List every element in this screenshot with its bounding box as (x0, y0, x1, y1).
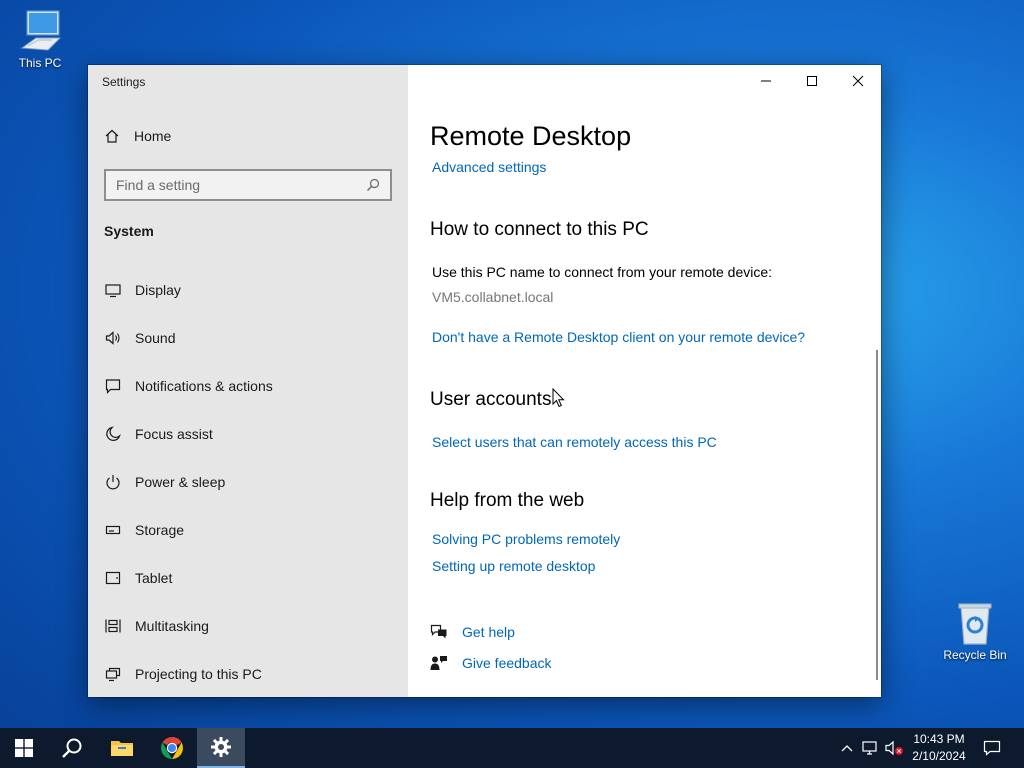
maximize-button[interactable] (789, 65, 835, 97)
home-label: Home (134, 128, 172, 144)
sidebar-item-sound[interactable]: Sound (88, 314, 408, 362)
sidebar-item-display[interactable]: Display (88, 266, 408, 314)
connect-heading: How to connect to this PC (430, 219, 649, 240)
storage-icon (104, 521, 122, 539)
home-icon (105, 129, 119, 143)
sidebar: Settings Home System Display (88, 65, 408, 697)
sidebar-item-label: Storage (135, 522, 185, 538)
taskbar: 10:43 PM 2/10/2024 (0, 728, 1024, 768)
get-help-row[interactable]: Get help (430, 624, 515, 640)
recycle-bin-icon (958, 603, 992, 645)
no-client-link[interactable]: Don't have a Remote Desktop client on yo… (432, 329, 805, 345)
multitasking-icon (104, 617, 122, 635)
search-box[interactable] (104, 169, 392, 201)
search-input[interactable] (116, 177, 366, 193)
pc-name: VM5.collabnet.local (432, 289, 554, 305)
start-button[interactable] (0, 728, 48, 768)
show-hidden-icons-button[interactable] (838, 728, 856, 768)
windows-logo-icon (15, 739, 33, 757)
home-nav-item[interactable]: Home (104, 128, 171, 144)
sidebar-item-label: Notifications & actions (135, 378, 273, 394)
close-icon (852, 75, 864, 87)
minimize-icon (761, 80, 771, 82)
nav-list: Display Sound Notifications & actions Fo… (88, 266, 408, 698)
recycle-bin-label: Recycle Bin (943, 648, 1007, 662)
scrollbar[interactable] (876, 350, 878, 680)
mouse-cursor-icon (552, 388, 565, 408)
network-status-button[interactable] (860, 728, 882, 768)
clock-date: 2/10/2024 (912, 749, 966, 763)
taskbar-file-explorer[interactable] (98, 728, 146, 768)
taskbar-search-button[interactable] (48, 728, 96, 768)
help-heading: Help from the web (430, 490, 585, 511)
page-title: Remote Desktop (430, 121, 632, 151)
select-users-link[interactable]: Select users that can remotely access th… (432, 434, 717, 450)
help-link-solving[interactable]: Solving PC problems remotely (432, 531, 620, 547)
clock-time: 10:43 PM (913, 732, 965, 746)
sidebar-item-label: Focus assist (135, 426, 213, 442)
gear-icon (211, 737, 231, 757)
get-help-icon (430, 624, 447, 639)
user-accounts-heading: User accounts (430, 389, 552, 410)
taskbar-settings[interactable] (197, 728, 245, 768)
sidebar-item-power-sleep[interactable]: Power & sleep (88, 458, 408, 506)
sidebar-item-label: Multitasking (135, 618, 209, 634)
power-icon (104, 473, 122, 491)
computer-icon (20, 10, 62, 51)
connect-description: Use this PC name to connect from your re… (432, 264, 773, 280)
sidebar-item-label: Display (135, 282, 181, 298)
give-feedback-row[interactable]: Give feedback (430, 655, 552, 671)
chrome-icon (161, 737, 183, 759)
section-title-system: System (104, 223, 154, 239)
desktop-icon-recycle-bin[interactable]: Recycle Bin (935, 600, 1015, 662)
action-center-icon (983, 740, 1001, 756)
sidebar-item-label: Power & sleep (135, 474, 226, 490)
taskbar-chrome[interactable] (148, 728, 196, 768)
sidebar-item-multitasking[interactable]: Multitasking (88, 602, 408, 650)
notifications-button[interactable] (978, 728, 1006, 768)
volume-button[interactable] (884, 728, 906, 768)
sidebar-item-projecting[interactable]: Projecting to this PC (88, 650, 408, 698)
settings-window: Settings Home System Display (88, 65, 881, 697)
maximize-icon (807, 76, 817, 86)
feedback-icon (430, 656, 447, 670)
chevron-up-icon (841, 745, 853, 752)
sidebar-item-label: Tablet (135, 570, 173, 586)
notifications-icon (104, 377, 122, 395)
volume-muted-icon (885, 740, 903, 756)
folder-icon (111, 741, 133, 756)
sidebar-item-notifications[interactable]: Notifications & actions (88, 362, 408, 410)
sidebar-item-storage[interactable]: Storage (88, 506, 408, 554)
sidebar-item-label: Projecting to this PC (135, 666, 262, 682)
advanced-settings-link[interactable]: Advanced settings (432, 159, 546, 175)
close-button[interactable] (835, 65, 881, 97)
desktop-icon-this-pc[interactable]: This PC (0, 8, 80, 70)
minimize-button[interactable] (743, 65, 789, 97)
get-help-link[interactable]: Get help (462, 624, 515, 640)
this-pc-label: This PC (18, 56, 62, 70)
sidebar-item-focus-assist[interactable]: Focus assist (88, 410, 408, 458)
window-title: Settings (102, 75, 146, 89)
display-icon (104, 281, 122, 299)
speaker-icon (104, 329, 122, 347)
sidebar-item-label: Sound (135, 330, 176, 346)
give-feedback-link[interactable]: Give feedback (462, 655, 552, 671)
projecting-icon (104, 665, 122, 683)
moon-icon (104, 425, 122, 443)
sidebar-item-tablet[interactable]: Tablet (88, 554, 408, 602)
content-pane: Remote Desktop Advanced settings How to … (408, 65, 881, 697)
help-link-setting-up[interactable]: Setting up remote desktop (432, 558, 595, 574)
network-icon (862, 741, 877, 755)
tablet-icon (104, 569, 122, 587)
taskbar-clock[interactable]: 10:43 PM 2/10/2024 (906, 731, 972, 765)
search-icon[interactable] (366, 178, 380, 192)
search-icon (62, 738, 82, 758)
